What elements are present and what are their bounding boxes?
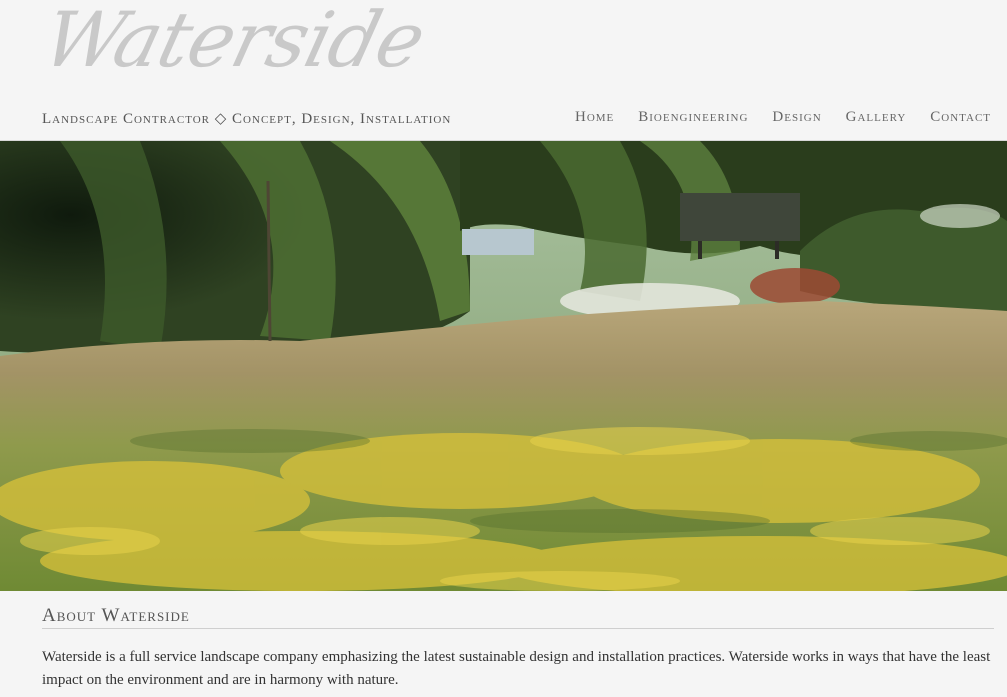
- main-nav: Home Bioengineering Design Gallery Conta…: [575, 109, 991, 126]
- nav-home-link[interactable]: Home: [575, 109, 614, 126]
- hero-image: [0, 141, 1007, 591]
- nav-design-link[interactable]: Design: [772, 109, 821, 126]
- nav-gallery-link[interactable]: Gallery: [846, 109, 907, 126]
- site-tagline: Landscape Contractor ◇ Concept, Design, …: [42, 111, 452, 127]
- about-description: Waterside is a full service landscape co…: [42, 649, 991, 688]
- site-header: Waterside Landscape Contractor ◇ Concept…: [0, 0, 1007, 141]
- about-section: About Waterside Waterside is a full serv…: [0, 591, 1007, 697]
- nav-contact-link[interactable]: Contact: [930, 109, 991, 126]
- nav-bioengineering-link[interactable]: Bioengineering: [638, 109, 748, 126]
- meadow-landscape-photo: [0, 141, 1007, 591]
- about-heading: About Waterside: [42, 605, 190, 626]
- about-divider: [42, 628, 994, 629]
- site-logo[interactable]: Waterside: [35, 0, 434, 84]
